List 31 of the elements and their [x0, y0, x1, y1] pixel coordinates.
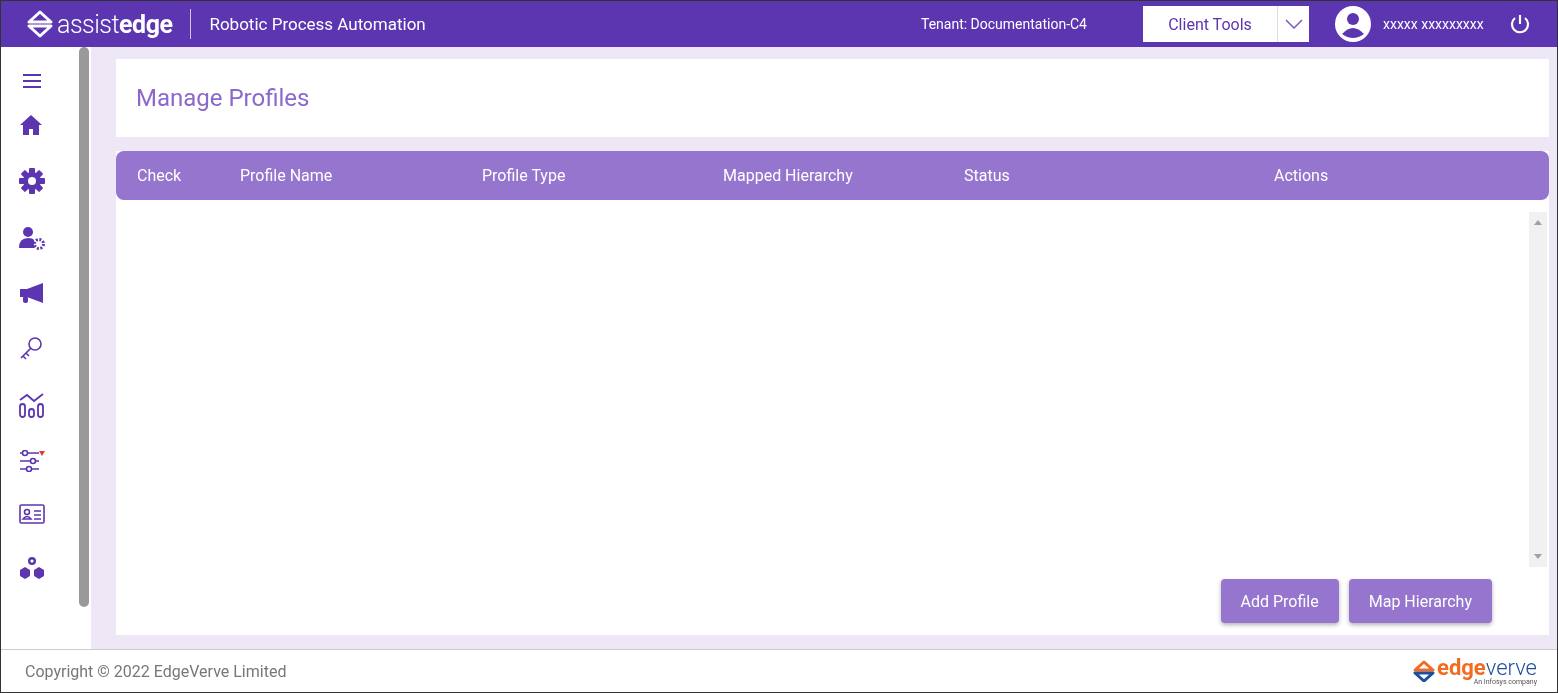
column-header: Status	[964, 166, 1011, 185]
logo-icon	[25, 9, 55, 39]
id-card-icon[interactable]	[19, 504, 45, 524]
logo-text: assistedge	[57, 9, 173, 39]
app-title: Robotic Process Automation	[209, 14, 426, 34]
chevron-down-icon	[1284, 19, 1303, 29]
home-icon[interactable]	[19, 114, 43, 136]
key-icon[interactable]	[19, 336, 43, 360]
column-header: Check	[136, 166, 183, 185]
tenant-label: Tenant: Documentation-C4	[920, 16, 1087, 32]
filter-sliders-icon[interactable]	[19, 450, 45, 472]
column-header: Mapped Hierarchy	[723, 166, 854, 185]
scrollbar[interactable]	[79, 47, 89, 607]
gear-icon[interactable]	[19, 168, 45, 194]
add-profile-button[interactable]: Add Profile	[1220, 579, 1339, 623]
map-hierarchy-button[interactable]: Map Hierarchy	[1348, 579, 1492, 623]
menu-icon[interactable]	[22, 73, 42, 89]
page-title: Manage Profiles	[136, 84, 310, 112]
column-header: Actions	[1274, 166, 1329, 185]
user-settings-icon[interactable]	[19, 226, 45, 250]
brand-name: edgeverve	[1437, 656, 1537, 679]
column-header: Profile Name	[240, 166, 334, 185]
column-header: Profile Type	[482, 166, 567, 185]
copyright-text: Copyright © 2022 EdgeVerve Limited	[25, 661, 287, 681]
megaphone-icon[interactable]	[19, 282, 45, 304]
user-avatar-icon[interactable]	[1335, 6, 1371, 42]
user-name: xxxxx xxxxxxxxx	[1383, 16, 1485, 32]
brand-logo-icon	[1413, 660, 1436, 682]
chart-icon[interactable]	[19, 392, 45, 418]
cubes-icon[interactable]	[19, 556, 45, 580]
power-icon[interactable]	[1509, 13, 1531, 35]
